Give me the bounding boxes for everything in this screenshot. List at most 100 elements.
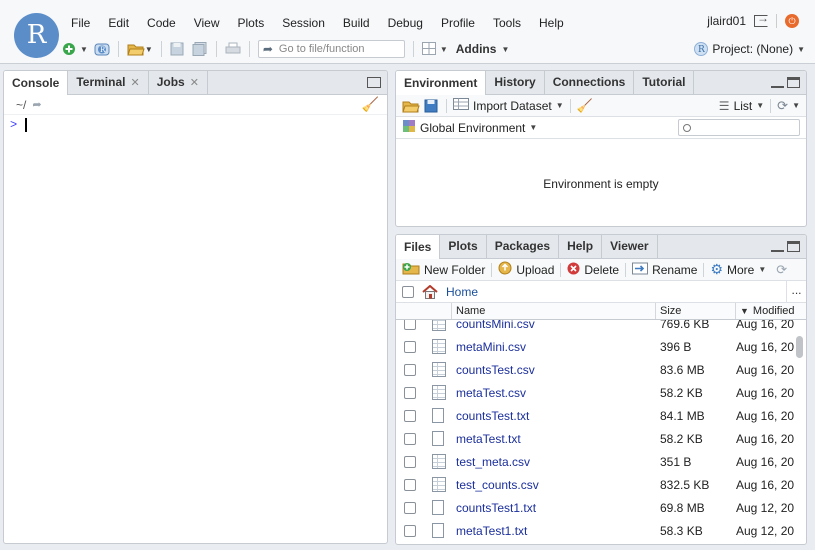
import-dataset-button[interactable]: Import Dataset ▼ bbox=[453, 98, 564, 113]
more-menu-button[interactable]: ⚙ More ▼ bbox=[710, 261, 766, 278]
open-file-button[interactable]: ▼ bbox=[127, 42, 153, 56]
tab-terminal[interactable]: Terminal ✕ bbox=[68, 71, 149, 94]
new-file-button[interactable]: ▼ bbox=[62, 42, 88, 56]
file-row[interactable]: countsMini.csv 769.6 KB Aug 16, 20 bbox=[396, 320, 796, 335]
tab-connections[interactable]: Connections bbox=[545, 71, 635, 94]
tab-console[interactable]: Console bbox=[4, 71, 69, 95]
maximize-pane-icon[interactable] bbox=[787, 77, 800, 88]
column-header-name[interactable]: Name bbox=[452, 303, 656, 319]
goto-file-input[interactable]: ➦ Go to file/function bbox=[257, 40, 405, 58]
tab-environment[interactable]: Environment bbox=[396, 71, 487, 95]
tab-files[interactable]: Files bbox=[396, 235, 441, 259]
tab-jobs[interactable]: Jobs ✕ bbox=[149, 71, 208, 94]
file-name-link[interactable]: metaTest1.txt bbox=[452, 524, 656, 538]
file-name-link[interactable]: countsTest.csv bbox=[452, 363, 656, 377]
row-checkbox[interactable] bbox=[404, 363, 416, 376]
print-icon[interactable] bbox=[225, 42, 241, 56]
menu-view[interactable]: View bbox=[185, 15, 229, 33]
file-row[interactable]: countsTest.csv 83.6 MB Aug 16, 20 bbox=[396, 358, 796, 381]
file-name-link[interactable]: countsTest1.txt bbox=[452, 501, 656, 515]
scrollbar-thumb[interactable] bbox=[796, 336, 803, 358]
menu-plots[interactable]: Plots bbox=[229, 15, 274, 33]
addins-button[interactable]: Addins ▼ bbox=[456, 42, 510, 56]
file-row[interactable]: countsTest1.txt 69.8 MB Aug 12, 20 bbox=[396, 496, 796, 519]
save-icon[interactable] bbox=[170, 42, 186, 56]
row-checkbox[interactable] bbox=[404, 478, 416, 491]
project-menu[interactable]: R Project: (None) ▼ bbox=[694, 42, 805, 56]
file-row[interactable]: countsTest.txt 84.1 MB Aug 16, 20 bbox=[396, 404, 796, 427]
menu-debug[interactable]: Debug bbox=[379, 15, 432, 33]
row-checkbox[interactable] bbox=[404, 455, 416, 468]
file-name-link[interactable]: countsMini.csv bbox=[452, 320, 656, 331]
tab-viewer[interactable]: Viewer bbox=[602, 235, 658, 258]
pane-layout-button[interactable]: ▼ bbox=[421, 42, 448, 56]
tab-tutorial[interactable]: Tutorial bbox=[634, 71, 695, 94]
file-row[interactable]: metaTest.csv 58.2 KB Aug 16, 20 bbox=[396, 381, 796, 404]
environment-search-input[interactable] bbox=[678, 119, 800, 136]
refresh-icon[interactable]: ⟳ bbox=[776, 262, 787, 278]
row-checkbox[interactable] bbox=[404, 432, 416, 445]
rename-button[interactable]: Rename bbox=[632, 262, 697, 278]
row-checkbox[interactable] bbox=[404, 320, 416, 330]
close-icon[interactable]: ✕ bbox=[190, 76, 199, 89]
refresh-button[interactable]: ⟳ ▼ bbox=[777, 98, 800, 114]
breadcrumb-home[interactable]: Home bbox=[446, 285, 478, 299]
new-folder-button[interactable]: New Folder bbox=[402, 262, 485, 278]
row-checkbox[interactable] bbox=[404, 501, 416, 514]
tab-packages[interactable]: Packages bbox=[487, 235, 560, 258]
menu-help[interactable]: Help bbox=[530, 15, 573, 33]
file-row[interactable]: metaMini.csv 396 B Aug 16, 20 bbox=[396, 335, 796, 358]
new-project-icon[interactable]: R bbox=[94, 42, 110, 56]
column-header-size[interactable]: Size bbox=[656, 303, 736, 319]
maximize-pane-icon[interactable] bbox=[787, 241, 800, 252]
tab-help[interactable]: Help bbox=[559, 235, 603, 258]
file-row[interactable]: test_counts.csv 832.5 KB Aug 16, 20 bbox=[396, 473, 796, 496]
menu-session[interactable]: Session bbox=[273, 15, 334, 33]
go-to-directory-icon[interactable]: ➦ bbox=[32, 98, 41, 111]
home-icon[interactable] bbox=[422, 284, 438, 299]
file-row[interactable]: metaTest1.txt 58.3 KB Aug 12, 20 bbox=[396, 519, 796, 542]
save-workspace-icon[interactable] bbox=[424, 99, 440, 113]
menu-build[interactable]: Build bbox=[334, 15, 379, 33]
quit-session-icon[interactable]: ⏻ bbox=[785, 14, 799, 28]
vertical-scrollbar[interactable] bbox=[796, 320, 804, 544]
row-checkbox[interactable] bbox=[404, 409, 416, 422]
upload-button[interactable]: Upload bbox=[498, 261, 554, 278]
file-row[interactable]: metaTest.txt 58.2 KB Aug 16, 20 bbox=[396, 427, 796, 450]
clear-console-icon[interactable]: 🧹 bbox=[362, 96, 379, 113]
menu-code[interactable]: Code bbox=[138, 15, 185, 33]
view-mode-dropdown[interactable]: ☰ List ▼ bbox=[719, 99, 764, 113]
tab-plots[interactable]: Plots bbox=[440, 235, 487, 258]
tab-history[interactable]: History bbox=[486, 71, 545, 94]
load-workspace-icon[interactable] bbox=[402, 99, 420, 113]
save-all-icon[interactable] bbox=[192, 42, 208, 56]
file-name-link[interactable]: test_counts.csv bbox=[452, 478, 656, 492]
select-all-checkbox[interactable] bbox=[402, 285, 414, 298]
delete-button[interactable]: Delete bbox=[567, 262, 619, 278]
menu-file[interactable]: File bbox=[62, 15, 99, 33]
console-input[interactable]: > bbox=[4, 115, 387, 135]
row-checkbox[interactable] bbox=[404, 340, 416, 353]
environment-scope-dropdown[interactable]: Global Environment ▼ bbox=[402, 119, 537, 136]
divider bbox=[770, 98, 772, 113]
file-name-link[interactable]: metaTest.txt bbox=[452, 432, 656, 446]
file-name-link[interactable]: test_meta.csv bbox=[452, 455, 656, 469]
signout-icon[interactable] bbox=[754, 11, 769, 27]
clear-workspace-icon[interactable]: 🧹 bbox=[577, 98, 593, 114]
row-checkbox[interactable] bbox=[404, 386, 416, 399]
file-row[interactable]: test_meta.csv 351 B Aug 16, 20 bbox=[396, 450, 796, 473]
menu-tools[interactable]: Tools bbox=[484, 15, 530, 33]
menu-edit[interactable]: Edit bbox=[99, 15, 138, 33]
go-to-directory-button[interactable]: ... bbox=[786, 281, 806, 302]
restore-pane-icon[interactable] bbox=[367, 77, 381, 88]
row-checkbox[interactable] bbox=[404, 524, 416, 537]
close-icon[interactable]: ✕ bbox=[130, 76, 139, 89]
file-name-link[interactable]: countsTest.txt bbox=[452, 409, 656, 423]
column-header-modified[interactable]: ▼ Modified bbox=[736, 303, 806, 319]
menu-profile[interactable]: Profile bbox=[432, 15, 484, 33]
file-name-link[interactable]: metaMini.csv bbox=[452, 340, 656, 354]
minimize-pane-icon[interactable] bbox=[771, 248, 784, 252]
files-toolbar: New Folder Upload Delete Rename ⚙ More ▼ bbox=[396, 259, 806, 281]
file-name-link[interactable]: metaTest.csv bbox=[452, 386, 656, 400]
minimize-pane-icon[interactable] bbox=[771, 84, 784, 88]
